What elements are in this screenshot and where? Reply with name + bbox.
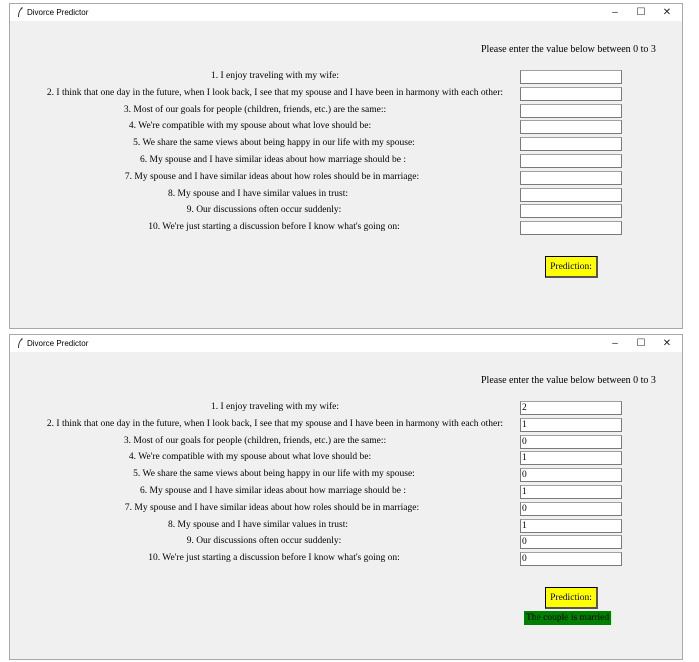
- question-label-3: 3. Most of our goals for people (childre…: [123, 105, 387, 115]
- question-label-2: 2. I think that one day in the future, w…: [46, 419, 504, 429]
- answer-input-8[interactable]: [520, 188, 622, 202]
- question-label-3: 3. Most of our goals for people (childre…: [123, 436, 387, 446]
- answer-input-8[interactable]: [520, 519, 622, 533]
- prediction-button[interactable]: Prediction:: [545, 587, 598, 609]
- instruction-text: Please enter the value below between 0 t…: [481, 375, 656, 386]
- title-bar[interactable]: Divorce Predictor – ☐ ✕: [10, 335, 682, 352]
- question-label-1: 1. I enjoy traveling with my wife:: [211, 402, 339, 412]
- minimize-button[interactable]: –: [604, 6, 626, 19]
- question-label-4: 4. We're compatible with my spouse about…: [128, 452, 372, 462]
- answer-input-5[interactable]: [520, 137, 622, 151]
- minimize-button[interactable]: –: [604, 337, 626, 350]
- answer-input-10[interactable]: [520, 552, 622, 566]
- prediction-result: The couple is married: [524, 611, 612, 625]
- question-label-10: 10. We're just starting a discussion bef…: [148, 553, 400, 563]
- question-label-4: 4. We're compatible with my spouse about…: [128, 121, 372, 131]
- question-label-6: 6. My spouse and I have similar ideas ab…: [140, 486, 406, 496]
- question-label-6: 6. My spouse and I have similar ideas ab…: [140, 155, 406, 165]
- feather-app-icon: [18, 7, 23, 17]
- maximize-button[interactable]: ☐: [630, 337, 652, 350]
- answer-input-9[interactable]: [520, 535, 622, 549]
- question-label-2: 2. I think that one day in the future, w…: [46, 88, 504, 98]
- question-label-9: 9. Our discussions often occur suddenly:: [186, 536, 342, 546]
- answer-input-1[interactable]: [520, 401, 622, 415]
- answer-input-7[interactable]: [520, 502, 622, 516]
- answer-input-7[interactable]: [520, 171, 622, 185]
- answer-input-4[interactable]: [520, 120, 622, 134]
- answer-input-10[interactable]: [520, 221, 622, 235]
- answer-input-2[interactable]: [520, 87, 622, 101]
- window-title: Divorce Predictor: [27, 8, 89, 17]
- answer-input-2[interactable]: [520, 418, 622, 432]
- question-label-8: 8. My spouse and I have similar values i…: [168, 520, 348, 530]
- question-label-7: 7. My spouse and I have similar ideas ab…: [124, 172, 420, 182]
- maximize-button[interactable]: ☐: [630, 6, 652, 19]
- answer-input-6[interactable]: [520, 485, 622, 499]
- title-bar[interactable]: Divorce Predictor – ☐ ✕: [10, 4, 682, 21]
- answer-input-9[interactable]: [520, 204, 622, 218]
- answer-input-3[interactable]: [520, 435, 622, 449]
- app-window-filled: Divorce Predictor – ☐ ✕ Please enter the val…: [9, 334, 683, 660]
- window-title: Divorce Predictor: [27, 339, 89, 348]
- question-label-5: 5. We share the same views about being h…: [133, 469, 415, 479]
- answer-input-6[interactable]: [520, 154, 622, 168]
- question-label-10: 10. We're just starting a discussion bef…: [148, 222, 400, 232]
- app-window-empty: Divorce Predictor – ☐ ✕ Please enter the val…: [9, 3, 683, 329]
- close-button[interactable]: ✕: [656, 6, 678, 19]
- prediction-button[interactable]: Prediction:: [545, 256, 598, 278]
- instruction-text: Please enter the value below between 0 t…: [481, 44, 656, 55]
- question-label-1: 1. I enjoy traveling with my wife:: [211, 71, 339, 81]
- close-button[interactable]: ✕: [656, 337, 678, 350]
- answer-input-1[interactable]: [520, 70, 622, 84]
- question-label-7: 7. My spouse and I have similar ideas ab…: [124, 503, 420, 513]
- feather-app-icon: [18, 338, 23, 348]
- question-label-5: 5. We share the same views about being h…: [133, 138, 415, 148]
- question-label-8: 8. My spouse and I have similar values i…: [168, 189, 348, 199]
- answer-input-4[interactable]: [520, 451, 622, 465]
- question-label-9: 9. Our discussions often occur suddenly:: [186, 205, 342, 215]
- answer-input-3[interactable]: [520, 104, 622, 118]
- answer-input-5[interactable]: [520, 468, 622, 482]
